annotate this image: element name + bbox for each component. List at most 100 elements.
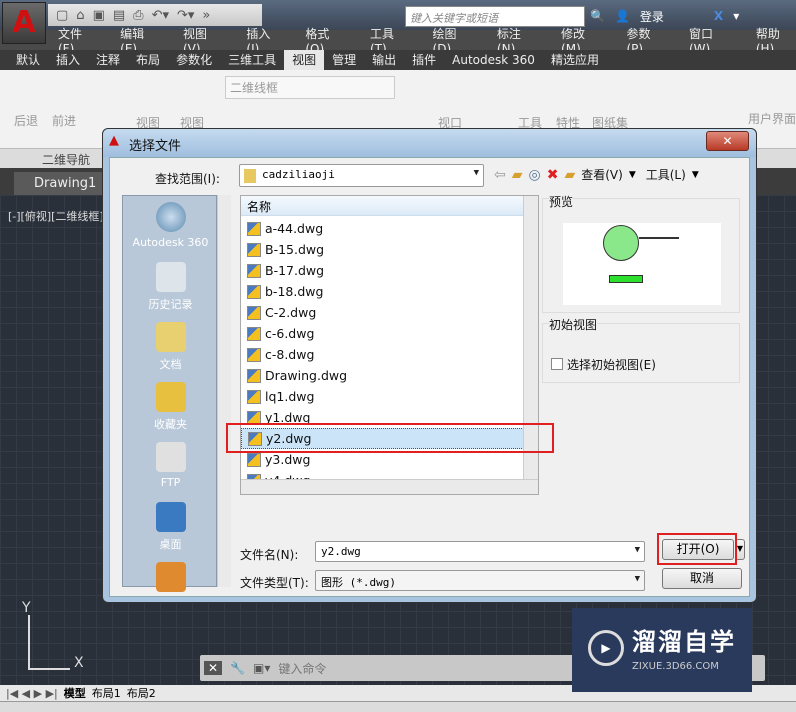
dwg-file-icon [247, 263, 261, 278]
visual-style-select[interactable]: 二维线框 [225, 76, 395, 99]
help-icon[interactable]: ▾ [733, 9, 739, 23]
lookin-select[interactable]: cadziliaoji ▼ [239, 164, 484, 187]
preview-image [563, 223, 721, 305]
file-row[interactable]: a-44.dwg [241, 218, 538, 239]
menu-bar: 文件(F) 编辑(E) 视图(V) 插入(I) 格式(O) 工具(T) 绘图(D) 标注(N)… [0, 27, 796, 56]
place-more[interactable] [123, 562, 218, 596]
place-autodesk-360[interactable]: Autodesk 360 [123, 202, 218, 249]
undo-icon[interactable]: ↶▾ [152, 8, 169, 23]
tab-layout1[interactable]: 布局1 [92, 685, 121, 701]
file-list-hscrollbar[interactable] [241, 479, 538, 494]
tools-menu[interactable]: 工具(L) [646, 166, 686, 183]
file-row[interactable]: b-18.dwg [241, 281, 538, 302]
search-web-icon[interactable]: ◎ [529, 167, 541, 183]
command-input[interactable]: 键入命令 [278, 660, 326, 677]
tab-3d-tools[interactable]: 三维工具 [220, 50, 284, 70]
tab-layout[interactable]: 布局 [128, 50, 168, 70]
viewport-controls[interactable]: [-][俯视][二维线框] [8, 208, 104, 224]
command-prompt-icon[interactable]: ▣▾ [253, 661, 270, 675]
views-menu[interactable]: 查看(V) [581, 166, 623, 183]
filename-input[interactable]: y2.dwg ▼ [315, 541, 645, 562]
dialog-title-bar: ▲ 选择文件 [103, 129, 756, 157]
print-icon[interactable]: ⎙ [133, 8, 143, 23]
dwg-file-icon [247, 221, 261, 236]
dialog-title: 选择文件 [129, 139, 182, 154]
login-link[interactable]: 登录 [640, 8, 664, 25]
more-icon[interactable]: » [202, 8, 210, 23]
place-desktop[interactable]: 桌面 [123, 502, 218, 552]
cancel-button[interactable]: 取消 [662, 568, 742, 589]
file-row[interactable]: lq1.dwg [241, 386, 538, 407]
user-icon: 👤 [614, 9, 630, 23]
file-name: B-15.dwg [265, 242, 325, 257]
redo-icon[interactable]: ↷▾ [177, 8, 194, 23]
ucs-x-axis [28, 668, 70, 670]
place-history[interactable]: 历史记录 [123, 262, 218, 312]
documents-icon [155, 322, 186, 352]
exchange-icon[interactable]: X [714, 9, 723, 23]
file-row[interactable]: C-2.dwg [241, 302, 538, 323]
tab-layout2[interactable]: 布局2 [127, 685, 156, 701]
ui-button[interactable]: 用户界面 [748, 110, 796, 127]
initial-view-group: 初始视图 选择初始视图(E) [542, 316, 740, 383]
filetype-label: 文件类型(T): [240, 576, 309, 590]
tab-insert[interactable]: 插入 [48, 50, 88, 70]
open-icon[interactable]: ⌂ [76, 8, 84, 23]
filetype-select[interactable]: 图形 (*.dwg) ▼ [315, 570, 645, 591]
doc-tab-drawing1[interactable]: Drawing1 [14, 172, 102, 195]
back-button[interactable]: 后退 [14, 112, 38, 129]
initial-view-checkbox[interactable] [551, 358, 563, 370]
column-header-name[interactable]: 名称 [241, 196, 538, 216]
app-menu-button[interactable]: A [2, 2, 46, 44]
delete-icon[interactable]: ✖ [547, 167, 559, 183]
dwg-file-icon [247, 305, 261, 320]
file-row[interactable]: c-6.dwg [241, 323, 538, 344]
file-row[interactable]: c-8.dwg [241, 344, 538, 365]
file-name: b-18.dwg [265, 284, 324, 299]
file-row[interactable]: B-17.dwg [241, 260, 538, 281]
back-icon[interactable]: ⇦ [494, 167, 506, 183]
tab-nav-arrows-icon[interactable]: |◀ ◀ ▶ ▶| [6, 687, 58, 700]
places-scrollbar[interactable] [217, 195, 231, 587]
wrench-icon[interactable]: 🔧 [230, 661, 245, 675]
preview-label: 预览 [549, 193, 574, 210]
tab-model[interactable]: 模型 [64, 685, 86, 701]
watermark-title: 溜溜自学 [632, 628, 736, 656]
lookin-label: 查找范围(I): [155, 172, 220, 186]
ucs-y-axis [28, 615, 30, 670]
close-icon[interactable]: ✕ [204, 661, 223, 675]
initial-view-label: 初始视图 [549, 316, 598, 333]
ribbon-tabs: 默认 插入 注释 布局 参数化 三维工具 视图 管理 输出 插件 Autodesk 360 精选应用 [0, 50, 796, 70]
file-row[interactable]: B-15.dwg [241, 239, 538, 260]
favorites-icon [155, 382, 186, 412]
tab-parametric[interactable]: 参数化 [168, 50, 220, 70]
chevron-down-icon: ▼ [473, 168, 479, 178]
file-name: C-2.dwg [265, 305, 317, 320]
panel-2d-navigation: 二维导航 [42, 153, 91, 167]
place-documents[interactable]: 文档 [123, 322, 218, 372]
new-folder-icon[interactable]: ▰ [564, 167, 575, 183]
dwg-file-icon [247, 452, 261, 467]
tab-output[interactable]: 输出 [364, 50, 404, 70]
dwg-file-icon [247, 326, 261, 341]
place-favorites[interactable]: 收藏夹 [123, 382, 218, 432]
file-name: y3.dwg [265, 452, 311, 467]
up-folder-icon[interactable]: ▰ [512, 167, 523, 183]
tab-manage[interactable]: 管理 [324, 50, 364, 70]
tab-default[interactable]: 默认 [8, 50, 48, 70]
tab-autodesk-360[interactable]: Autodesk 360 [444, 50, 543, 70]
tab-featured-apps[interactable]: 精选应用 [543, 50, 607, 70]
file-row[interactable]: Drawing.dwg [241, 365, 538, 386]
chevron-down-icon: ▼ [634, 545, 640, 555]
place-ftp[interactable]: FTP [123, 442, 218, 489]
tab-plugins[interactable]: 插件 [404, 50, 444, 70]
tab-annotate[interactable]: 注释 [88, 50, 128, 70]
forward-button[interactable]: 前进 [52, 112, 76, 129]
tab-view[interactable]: 视图 [284, 50, 325, 70]
history-icon [155, 262, 186, 292]
new-icon[interactable]: ▢ [56, 8, 68, 23]
save-icon[interactable]: ▣ [93, 8, 105, 23]
binoculars-icon[interactable]: 🔍 [590, 9, 605, 23]
close-button[interactable]: ✕ [706, 131, 749, 151]
saveas-icon[interactable]: ▤ [113, 8, 125, 23]
